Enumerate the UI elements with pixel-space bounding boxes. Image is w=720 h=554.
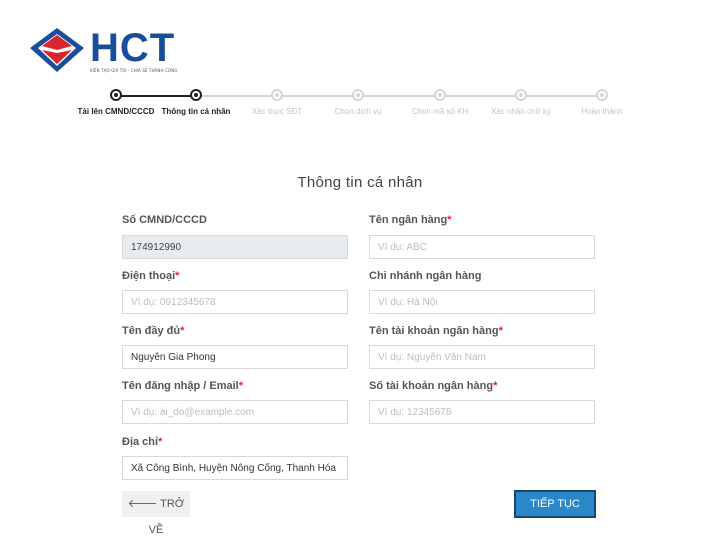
full-name-field[interactable] [122, 345, 348, 369]
id-number-field[interactable] [122, 235, 348, 259]
address-label: Địa chỉ* [122, 436, 163, 448]
step-label: Chọn dịch vụ [334, 107, 382, 116]
account-name-field[interactable] [369, 345, 595, 369]
step-done-icon [190, 89, 202, 101]
phone-field[interactable] [122, 290, 348, 314]
step-upload-id: Tải lên CMND/CCCD [76, 86, 156, 117]
step-verify-phone: Xác thực SĐT [237, 86, 317, 117]
progress-stepper: Tải lên CMND/CCCD Thông tin cá nhân Xác … [78, 86, 650, 136]
bank-name-label: Tên ngân hàng* [369, 214, 452, 226]
step-pending-icon [271, 89, 283, 101]
bank-name-field[interactable] [369, 235, 595, 259]
diamond-logo-icon [30, 28, 84, 72]
step-label: Thông tin cá nhân [161, 107, 231, 116]
account-number-label: Số tài khoản ngân hàng* [369, 380, 498, 392]
brand-name: HCT [90, 26, 176, 70]
address-field[interactable] [122, 456, 348, 480]
step-choose-service: Chọn dịch vụ [318, 86, 398, 117]
step-personal-info: Thông tin cá nhân [156, 86, 236, 117]
full-name-label: Tên đầy đủ* [122, 325, 185, 337]
step-pending-icon [434, 89, 446, 101]
step-pending-icon [352, 89, 364, 101]
arrow-left-icon: 🡐 [127, 498, 158, 510]
step-label: Hoàn thành [581, 107, 623, 116]
back-button[interactable]: 🡐 TRỞ VỀ [122, 491, 190, 536]
step-confirm-signature: Xác nhận chữ ký [481, 86, 561, 117]
page-title: Thông tin cá nhân [297, 174, 423, 191]
step-label: Chọn mã số KH [411, 107, 469, 116]
brand-logo: HCT KIẾN TẠO GIÁ TRỊ - CHIA SẺ THÀNH CÔN… [28, 24, 188, 76]
step-label: Tải lên CMND/CCCD [77, 107, 155, 116]
id-number-label: Số CMND/CCCD [122, 214, 207, 226]
step-pending-icon [596, 89, 608, 101]
step-complete: Hoàn thành [562, 86, 642, 117]
next-button[interactable]: TIẾP TỤC 🡒 [514, 490, 596, 534]
arrow-right-icon: 🡒 [540, 522, 570, 534]
step-label: Xác thực SĐT [251, 107, 303, 116]
phone-label: Điện thoại* [122, 270, 180, 282]
step-pending-icon [515, 89, 527, 101]
bank-branch-field[interactable] [369, 290, 595, 314]
step-label: Xác nhận chữ ký [490, 107, 552, 116]
bank-branch-label: Chi nhánh ngân hàng [369, 270, 482, 282]
step-done-icon [110, 89, 122, 101]
account-name-label: Tên tài khoản ngân hàng* [369, 325, 503, 337]
brand-tagline: KIẾN TẠO GIÁ TRỊ - CHIA SẺ THÀNH CÔNG [90, 68, 178, 73]
login-label: Tên đăng nhập / Email* [122, 380, 244, 392]
step-choose-customer-code: Chọn mã số KH [400, 86, 480, 117]
account-number-field[interactable] [369, 400, 595, 424]
login-email-field[interactable] [122, 400, 348, 424]
